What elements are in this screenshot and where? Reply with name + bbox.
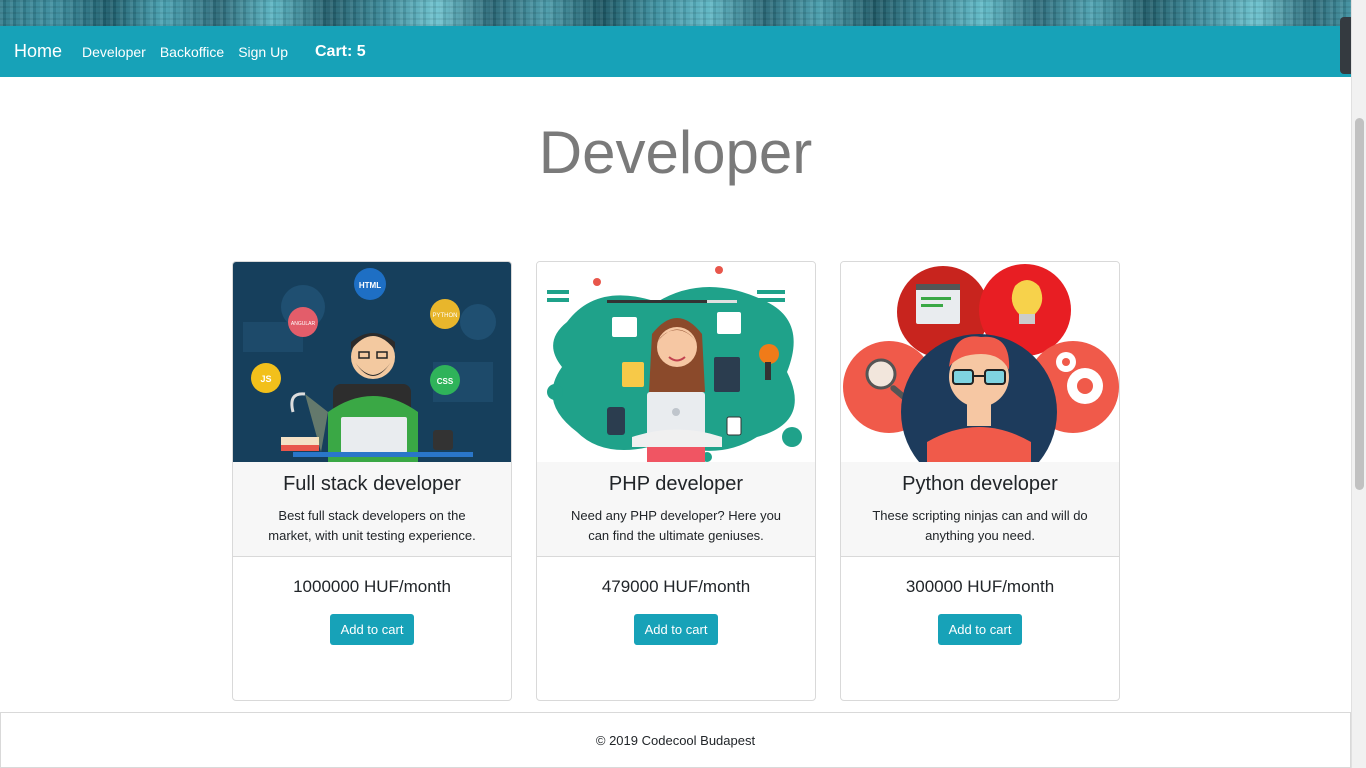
add-to-cart-button[interactable]: Add to cart <box>937 614 1023 645</box>
php-illustration-svg <box>537 262 815 462</box>
card-body: 1000000 HUF/month Add to cart <box>233 557 511 645</box>
product-card-python: Python developer These scripting ninjas … <box>840 261 1120 701</box>
bubble-angular: ANGULAR <box>291 321 316 327</box>
card-body: 479000 HUF/month Add to cart <box>537 557 815 645</box>
bubble-html: HTML <box>359 281 381 290</box>
card-title: PHP developer <box>608 473 744 495</box>
card-price: 479000 HUF/month <box>601 577 751 596</box>
card-description: Need any PHP developer? Here you can fin… <box>570 508 782 543</box>
card-price: 300000 HUF/month <box>905 577 1055 596</box>
product-card-php: PHP developer Need any PHP developer? He… <box>536 261 816 701</box>
page-footer: © 2019 Codecool Budapest <box>0 712 1351 768</box>
php-developer-illustration <box>537 262 815 462</box>
page-scrollbar[interactable] <box>1351 0 1366 768</box>
nav-developer-link[interactable]: Developer <box>82 44 146 60</box>
card-description: These scripting ninjas can and will do a… <box>872 508 1088 543</box>
add-to-cart-button[interactable]: Add to cart <box>633 614 719 645</box>
nav-signup-link[interactable]: Sign Up <box>238 44 288 60</box>
full-stack-developer-illustration: HTML PYTHON ANGULAR JS CSS <box>233 262 511 462</box>
banner-windows <box>0 0 1366 26</box>
full-stack-illustration-svg: HTML PYTHON ANGULAR JS CSS <box>233 262 511 462</box>
footer-copyright: © 2019 Codecool Budapest <box>595 733 756 748</box>
bubble-css: CSS <box>437 377 454 386</box>
card-header: Python developer These scripting ninjas … <box>841 462 1119 557</box>
card-title: Full stack developer <box>283 473 461 495</box>
nav-home-link[interactable]: Home <box>14 41 62 62</box>
product-card-full-stack: HTML PYTHON ANGULAR JS CSS Full stack de… <box>232 261 512 701</box>
nav-backoffice-link[interactable]: Backoffice <box>160 44 224 60</box>
card-header: Full stack developer Best full stack dev… <box>233 462 511 557</box>
card-header: PHP developer Need any PHP developer? He… <box>537 462 815 557</box>
card-price: 1000000 HUF/month <box>293 577 451 596</box>
python-developer-illustration <box>841 262 1119 462</box>
add-to-cart-button[interactable]: Add to cart <box>329 614 415 645</box>
bubble-js: JS <box>260 374 271 384</box>
python-illustration-svg <box>841 262 1119 462</box>
card-body: 300000 HUF/month Add to cart <box>841 557 1119 645</box>
card-title: Python developer <box>902 473 1058 495</box>
header-banner-image <box>0 0 1366 26</box>
page-corner-widget <box>1340 17 1351 74</box>
page-title: Developer <box>538 119 813 186</box>
nav-cart-counter[interactable]: Cart: 5 <box>315 43 366 61</box>
card-description: Best full stack developers on the market… <box>268 508 476 543</box>
top-navbar: Home Developer Backoffice Sign Up Cart: … <box>0 26 1351 77</box>
bubble-python: PYTHON <box>432 313 457 319</box>
scrollbar-thumb[interactable] <box>1355 118 1364 490</box>
